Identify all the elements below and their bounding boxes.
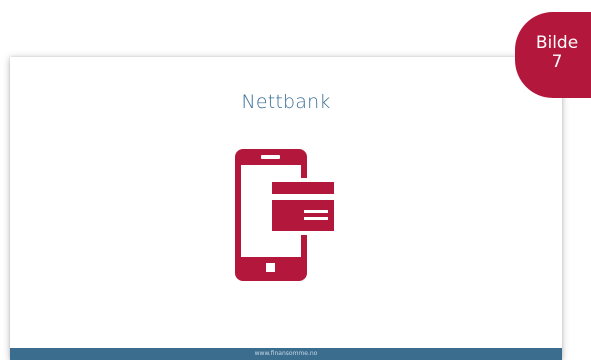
stage: Nettbank www.finansomme.no Bilde 7	[0, 0, 591, 360]
badge-number: 7	[551, 52, 563, 72]
slide-title: Nettbank	[241, 91, 331, 113]
phone-with-card-icon	[235, 149, 340, 281]
slide-card: Nettbank www.finansomme.no	[10, 57, 562, 360]
slide-footer-bar: www.finansomme.no	[10, 348, 562, 360]
badge-label: Bilde	[535, 33, 579, 53]
footer-url: www.finansomme.no	[254, 350, 318, 357]
slide-number-badge: Bilde 7	[515, 12, 591, 98]
